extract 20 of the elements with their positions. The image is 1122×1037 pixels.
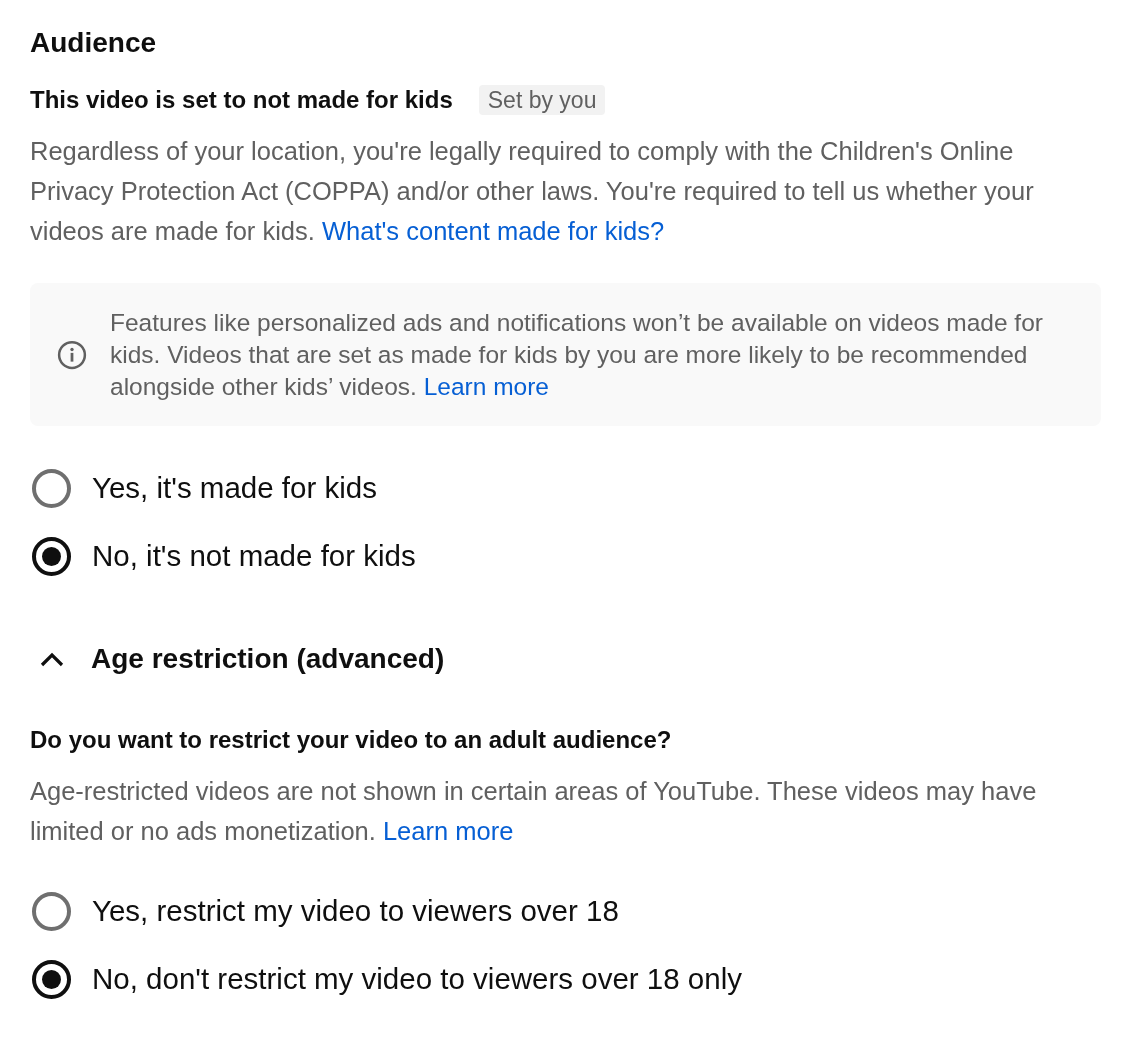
radio-button[interactable] — [32, 536, 71, 576]
description-text: Age-restricted videos are not shown in certain areas of YouTube. These videos may have limited or no ads monetization. Learn more — [30, 776, 1038, 847]
question-heading: Do you want to restrict your video to an adult audience? — [30, 725, 673, 755]
section-title: Audience — [30, 27, 157, 59]
notice-text: Features like personalized ads and notifications won’t be available on videos made for kids. Videos that are set as made for kids by you are more likely to be recommended alongside other kids’ videos. Learn more — [110, 308, 1044, 402]
status-heading: This video is set to not made for kids — [30, 85, 453, 115]
radio-label[interactable]: Yes, restrict my video to viewers over 18 — [92, 893, 619, 929]
radio-label[interactable]: No, don't restrict my video to viewers over 18 only — [92, 961, 742, 997]
status-badge: Set by you — [478, 85, 606, 115]
radio-button[interactable] — [32, 468, 71, 508]
help-link[interactable]: Learn more — [423, 373, 549, 400]
radio-label[interactable]: No, it's not made for kids — [92, 538, 416, 574]
section-toggle[interactable]: Age restriction (advanced) — [30, 639, 445, 679]
radio-button[interactable] — [32, 891, 71, 931]
radio-label[interactable]: Yes, it's made for kids — [92, 470, 377, 506]
radio-button[interactable] — [32, 959, 71, 999]
help-link[interactable]: Learn more — [382, 817, 514, 845]
info-icon — [57, 340, 87, 370]
description-text: Regardless of your location, you're legally required to comply with the Children's Online Privacy Protection Act (COPPA) and/or other laws. You're required to tell us whether your videos are made for kids. What's content made for kids? — [30, 136, 1035, 247]
help-link[interactable]: What's content made for kids? — [322, 217, 665, 245]
